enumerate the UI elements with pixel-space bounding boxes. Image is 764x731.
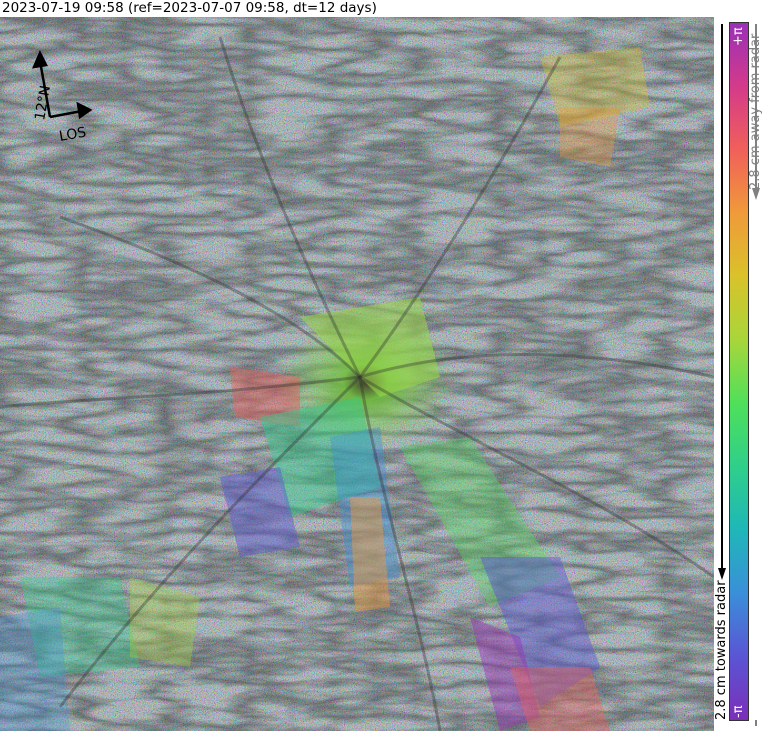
colorbar-bottom-label: -π (731, 705, 746, 718)
image-caption: 2023-07-19 09:58 (ref=2023-07-07 09:58, … (2, 0, 377, 16)
north-arrowhead (31, 50, 48, 69)
phase-colorbar (729, 22, 749, 721)
interferogram-map: 12°N LOS (0, 17, 714, 731)
los-label: LOS (58, 124, 88, 145)
los-arrowhead (76, 101, 93, 120)
los-arrow (49, 109, 83, 119)
away-from-radar-label: 2.8 cm away from radar (748, 33, 763, 190)
towards-radar-label: 2.8 cm towards radar (714, 580, 729, 720)
compass-rose: 12°N LOS (31, 50, 93, 145)
colorbar-top-label: +π (731, 27, 746, 46)
